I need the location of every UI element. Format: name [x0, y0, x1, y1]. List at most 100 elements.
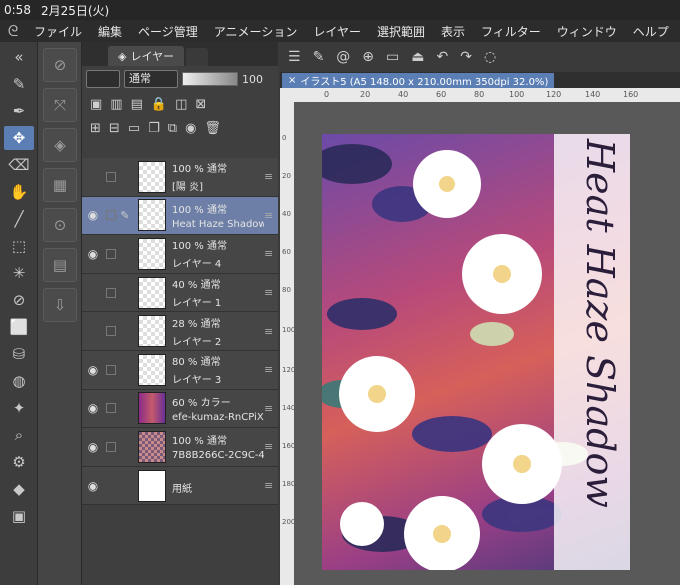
- color-wheel-icon[interactable]: ◌: [484, 49, 496, 65]
- layer-row[interactable]: ◉ 用紙 ≡: [82, 466, 278, 506]
- lock-transparent-icon[interactable]: ▥: [110, 97, 122, 112]
- edit-icon[interactable]: ✎: [313, 49, 325, 65]
- undo-icon[interactable]: ↶: [437, 49, 449, 65]
- layer-row[interactable]: ◉ 80 % 通常 レイヤー 3 ≡: [82, 350, 278, 390]
- clip-icon[interactable]: ▤: [131, 97, 143, 112]
- layer-option-icon[interactable]: ▣: [90, 97, 102, 112]
- selection-icon[interactable]: ⬜: [4, 315, 34, 339]
- layer-menu-icon[interactable]: ≡: [264, 363, 278, 376]
- layer-menu-icon[interactable]: ≡: [264, 170, 278, 183]
- new-folder-icon[interactable]: ▭: [128, 121, 140, 136]
- save-icon[interactable]: ⏏: [411, 49, 424, 65]
- decoration-icon[interactable]: ✦: [4, 396, 34, 420]
- mask-add-icon[interactable]: ◉: [185, 121, 196, 136]
- blend-box[interactable]: [86, 70, 120, 88]
- layer-row[interactable]: ◉ 100 % 通常 レイヤー 4 ≡: [82, 235, 278, 274]
- app-logo-icon[interactable]: ᘓ: [0, 22, 26, 40]
- menu-window[interactable]: ウィンドウ: [549, 23, 625, 40]
- color-icon[interactable]: ◆: [4, 477, 34, 501]
- spiral-icon[interactable]: @: [336, 49, 350, 65]
- layer-row[interactable]: ◉ ✎ 100 % 通常 Heat Haze Shadow ≡: [82, 196, 278, 236]
- vertical-ruler: 0 20 40 60 80 100 120 140 160 180 200: [280, 102, 294, 585]
- layer-menu-icon[interactable]: ≡: [264, 209, 278, 222]
- settings-icon[interactable]: ⚙: [4, 450, 34, 474]
- layer-checkbox[interactable]: [106, 364, 116, 375]
- object-icon[interactable]: ⬚: [4, 234, 34, 258]
- document-tab[interactable]: × イラスト5 (A5 148.00 x 210.00mm 350dpi 32.…: [282, 73, 555, 88]
- artwork-canvas[interactable]: Heat Haze Shadow: [322, 134, 630, 570]
- collapse-icon[interactable]: «: [4, 45, 34, 69]
- mask-icon[interactable]: ⊠: [195, 97, 206, 112]
- layer-menu-icon[interactable]: ≡: [264, 440, 278, 453]
- duplicate-icon[interactable]: ❐: [148, 121, 160, 136]
- eraser-icon[interactable]: ⌫: [4, 153, 34, 177]
- sparkle-icon[interactable]: ✳: [4, 261, 34, 285]
- menu-filter[interactable]: フィルター: [473, 23, 549, 40]
- export-icon[interactable]: ⇩: [43, 288, 77, 322]
- brush-icon[interactable]: ✒: [4, 99, 34, 123]
- eye-icon[interactable]: ◉: [82, 401, 104, 415]
- open-folder-icon[interactable]: ▭: [386, 49, 399, 65]
- layer-checkbox[interactable]: [106, 441, 116, 452]
- layer-checkbox[interactable]: [106, 171, 116, 182]
- menu-page[interactable]: ページ管理: [130, 23, 206, 40]
- zoom-icon[interactable]: ⌕: [4, 423, 34, 447]
- fill-icon[interactable]: ⛁: [4, 342, 34, 366]
- eyedropper-icon[interactable]: ⊘: [4, 288, 34, 312]
- line-icon[interactable]: ╱: [4, 207, 34, 231]
- layer-checkbox[interactable]: [106, 403, 116, 414]
- swatch-icon[interactable]: ▣: [4, 504, 34, 528]
- redo-icon[interactable]: ↷: [460, 49, 472, 65]
- opacity-slider[interactable]: [182, 72, 238, 86]
- new-file-icon[interactable]: ⊕: [362, 49, 374, 65]
- opacity-value[interactable]: 100: [242, 73, 263, 86]
- blend-icon[interactable]: ◍: [4, 369, 34, 393]
- eye-icon[interactable]: ◉: [82, 247, 104, 261]
- layer-checkbox[interactable]: [106, 287, 116, 298]
- layer-panel-icon[interactable]: ◈: [43, 128, 77, 162]
- new-vector-icon[interactable]: ⊟: [109, 121, 120, 136]
- lock-icon[interactable]: 🔒: [151, 97, 167, 112]
- trash-icon[interactable]: 🗑: [204, 121, 221, 136]
- layer-menu-icon[interactable]: ≡: [264, 479, 278, 492]
- pen-icon[interactable]: ✎: [4, 72, 34, 96]
- layer-checkbox[interactable]: [106, 248, 116, 259]
- menu-icon[interactable]: ☰: [288, 49, 301, 65]
- layer-row[interactable]: 28 % 通常 レイヤー 2 ≡: [82, 312, 278, 351]
- menu-help[interactable]: ヘルプ: [625, 23, 677, 40]
- eye-icon[interactable]: ◉: [82, 208, 104, 222]
- layer-row[interactable]: ◉ 60 % カラー efe-kumaz-RnCPiXixoo ≡: [82, 389, 278, 429]
- tab-secondary[interactable]: [186, 48, 209, 66]
- blend-mode-select[interactable]: 通常: [124, 70, 178, 88]
- layer-menu-icon[interactable]: ≡: [264, 247, 278, 260]
- hand-icon[interactable]: ✋: [4, 180, 34, 204]
- tab-layer[interactable]: ◈ レイヤー: [108, 46, 185, 66]
- menu-layer[interactable]: レイヤー: [305, 23, 369, 40]
- eye-icon[interactable]: ◉: [82, 440, 104, 454]
- layer-row[interactable]: 100 % 通常 [陽 炎] ≡: [82, 158, 278, 197]
- menu-file[interactable]: ファイル: [26, 23, 90, 40]
- layer-menu-icon[interactable]: ≡: [264, 286, 278, 299]
- eye-icon[interactable]: ◉: [82, 479, 104, 493]
- layer-checkbox[interactable]: [106, 210, 116, 221]
- transform-icon[interactable]: ⤧: [43, 88, 77, 122]
- layer-row[interactable]: 40 % 通常 レイヤー 1 ≡: [82, 273, 278, 313]
- material-icon[interactable]: ▦: [43, 168, 77, 202]
- film-icon[interactable]: ▤: [43, 248, 77, 282]
- layer-row[interactable]: ◉ 100 % 通常 7B8B266C-2C9C-4847 ≡: [82, 428, 278, 467]
- menu-animation[interactable]: アニメーション: [206, 23, 306, 40]
- merge-icon[interactable]: ⧉: [168, 121, 177, 136]
- navigator-icon[interactable]: ⊘: [43, 48, 77, 82]
- layer-checkbox[interactable]: [106, 326, 116, 337]
- reference-icon[interactable]: ◫: [175, 97, 187, 112]
- eye-icon[interactable]: ◉: [82, 363, 104, 377]
- layer-menu-icon[interactable]: ≡: [264, 402, 278, 415]
- new-raster-icon[interactable]: ⊞: [90, 121, 101, 136]
- layer-menu-icon[interactable]: ≡: [264, 325, 278, 338]
- history-icon[interactable]: ⊙: [43, 208, 77, 242]
- close-icon[interactable]: ×: [288, 75, 296, 86]
- menu-edit[interactable]: 編集: [90, 23, 130, 40]
- move-icon[interactable]: ✥: [4, 126, 34, 150]
- menu-selection[interactable]: 選択範囲: [369, 23, 433, 40]
- menu-view[interactable]: 表示: [433, 23, 473, 40]
